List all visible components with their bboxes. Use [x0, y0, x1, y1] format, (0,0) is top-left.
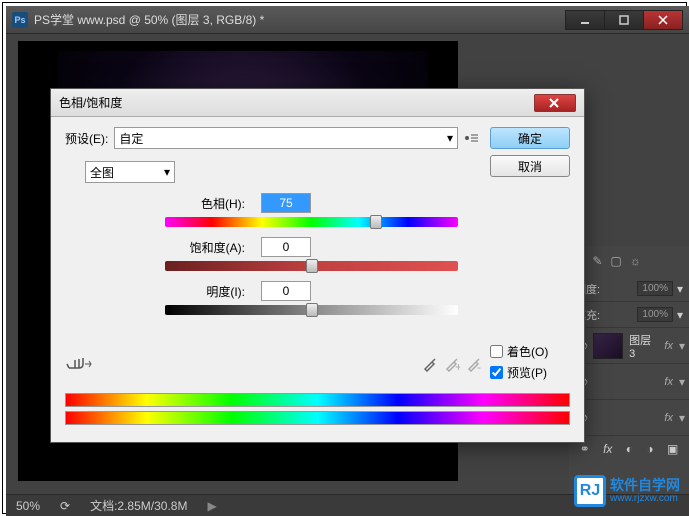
- fx-badge[interactable]: fx: [664, 412, 673, 424]
- light-tool-icon[interactable]: ☼: [630, 254, 641, 268]
- close-window-button[interactable]: [643, 10, 683, 30]
- path-tool-icon[interactable]: ✎: [592, 254, 602, 268]
- ok-label: 确定: [518, 130, 542, 147]
- link-icon[interactable]: ⚭: [580, 442, 590, 456]
- panel-tool-row: T ✎ ▢ ☼: [569, 246, 689, 276]
- hue-slider[interactable]: [165, 217, 458, 227]
- doc-size: 文档:2.85M/30.8M: [90, 497, 187, 514]
- chevron-down-icon: ▾: [164, 165, 170, 179]
- ok-button[interactable]: 确定: [490, 127, 570, 149]
- chevron-down-icon[interactable]: ▾: [679, 375, 685, 389]
- dialog-title: 色相/饱和度: [59, 94, 122, 111]
- sync-icon[interactable]: ⟳: [60, 499, 70, 513]
- layer-name[interactable]: 图层 3: [629, 332, 658, 360]
- chevron-down-icon[interactable]: ▾: [677, 282, 683, 296]
- dialog-titlebar[interactable]: 色相/饱和度: [51, 89, 584, 117]
- minimize-button[interactable]: [565, 10, 605, 30]
- fx-badge[interactable]: fx: [664, 376, 673, 388]
- layers-panel: T ✎ ▢ ☼ 明度: 100% ▾ 填充: 100% ▾ 👁 图层 3 fx …: [569, 246, 689, 496]
- mask-icon[interactable]: ◐: [626, 442, 633, 456]
- opacity-value[interactable]: 100%: [637, 281, 673, 296]
- fx-badge[interactable]: fx: [664, 340, 673, 352]
- hue-strip-bottom: [65, 411, 570, 425]
- hue-label: 色相(H):: [165, 195, 245, 212]
- colorize-label: 着色(O): [507, 343, 548, 360]
- watermark-badge: RJ: [574, 475, 606, 507]
- edit-channel-value: 全图: [90, 164, 114, 181]
- app-titlebar: Ps PS学堂 www.psd @ 50% (图层 3, RGB/8) *: [6, 6, 689, 34]
- chevron-down-icon[interactable]: ▾: [679, 411, 685, 425]
- slider-thumb[interactable]: [370, 215, 382, 229]
- lightness-slider[interactable]: [165, 305, 458, 315]
- chevron-down-icon[interactable]: ▾: [679, 339, 685, 353]
- saturation-label: 饱和度(A):: [165, 239, 245, 256]
- layer-thumbnail[interactable]: [593, 333, 623, 359]
- preset-menu-icon[interactable]: [464, 132, 478, 144]
- preset-label: 预设(E):: [65, 130, 108, 147]
- dialog-close-button[interactable]: [534, 94, 576, 112]
- eyedropper-subtract-icon[interactable]: -: [466, 356, 482, 372]
- lightness-label: 明度(I):: [165, 283, 245, 300]
- scrub-hand-icon[interactable]: [65, 354, 95, 374]
- preview-label: 预览(P): [507, 364, 547, 381]
- layer-tools: ⚭ fx ◐ ◑ ▣: [569, 436, 689, 462]
- edit-channel-select[interactable]: 全图 ▾: [85, 161, 175, 183]
- watermark: RJ 软件自学网 www.rjzxw.com: [574, 475, 680, 507]
- colorize-checkbox[interactable]: [490, 345, 503, 358]
- arrow-right-icon[interactable]: ▶: [207, 499, 216, 513]
- saturation-slider[interactable]: [165, 261, 458, 271]
- adjustment-icon[interactable]: ◑: [646, 442, 653, 456]
- shape-tool-icon[interactable]: ▢: [610, 254, 621, 268]
- ps-app-icon: Ps: [12, 12, 28, 28]
- preset-value: 自定: [119, 130, 143, 147]
- svg-text:+: +: [455, 360, 460, 372]
- slider-thumb[interactable]: [306, 303, 318, 317]
- fx-icon[interactable]: fx: [603, 442, 612, 456]
- svg-text:-: -: [477, 360, 481, 372]
- watermark-cn: 软件自学网: [610, 478, 680, 493]
- window-title: PS学堂 www.psd @ 50% (图层 3, RGB/8) *: [34, 11, 264, 28]
- folder-icon[interactable]: ▣: [667, 442, 678, 456]
- hue-strip-top: [65, 393, 570, 407]
- hue-saturation-dialog: 色相/饱和度 预设(E): 自定 ▾ 全图 ▾ 色相: [50, 88, 585, 443]
- chevron-down-icon: ▾: [447, 131, 453, 145]
- cancel-button[interactable]: 取消: [490, 155, 570, 177]
- eyedropper-add-icon[interactable]: +: [444, 356, 460, 372]
- cancel-label: 取消: [518, 158, 542, 175]
- layer-row[interactable]: 👁 fx ▾: [569, 364, 689, 400]
- hue-input[interactable]: [261, 193, 311, 213]
- maximize-button[interactable]: [604, 10, 644, 30]
- preset-select[interactable]: 自定 ▾: [114, 127, 458, 149]
- zoom-level[interactable]: 50%: [16, 499, 40, 513]
- lightness-input[interactable]: [261, 281, 311, 301]
- layer-row[interactable]: 👁 fx ▾: [569, 400, 689, 436]
- eyedropper-icon[interactable]: [422, 356, 438, 372]
- slider-thumb[interactable]: [306, 259, 318, 273]
- layer-row[interactable]: 👁 图层 3 fx ▾: [569, 328, 689, 364]
- preview-checkbox[interactable]: [490, 366, 503, 379]
- saturation-input[interactable]: [261, 237, 311, 257]
- fill-value[interactable]: 100%: [637, 307, 673, 322]
- chevron-down-icon[interactable]: ▾: [677, 308, 683, 322]
- watermark-url: www.rjzxw.com: [610, 493, 680, 504]
